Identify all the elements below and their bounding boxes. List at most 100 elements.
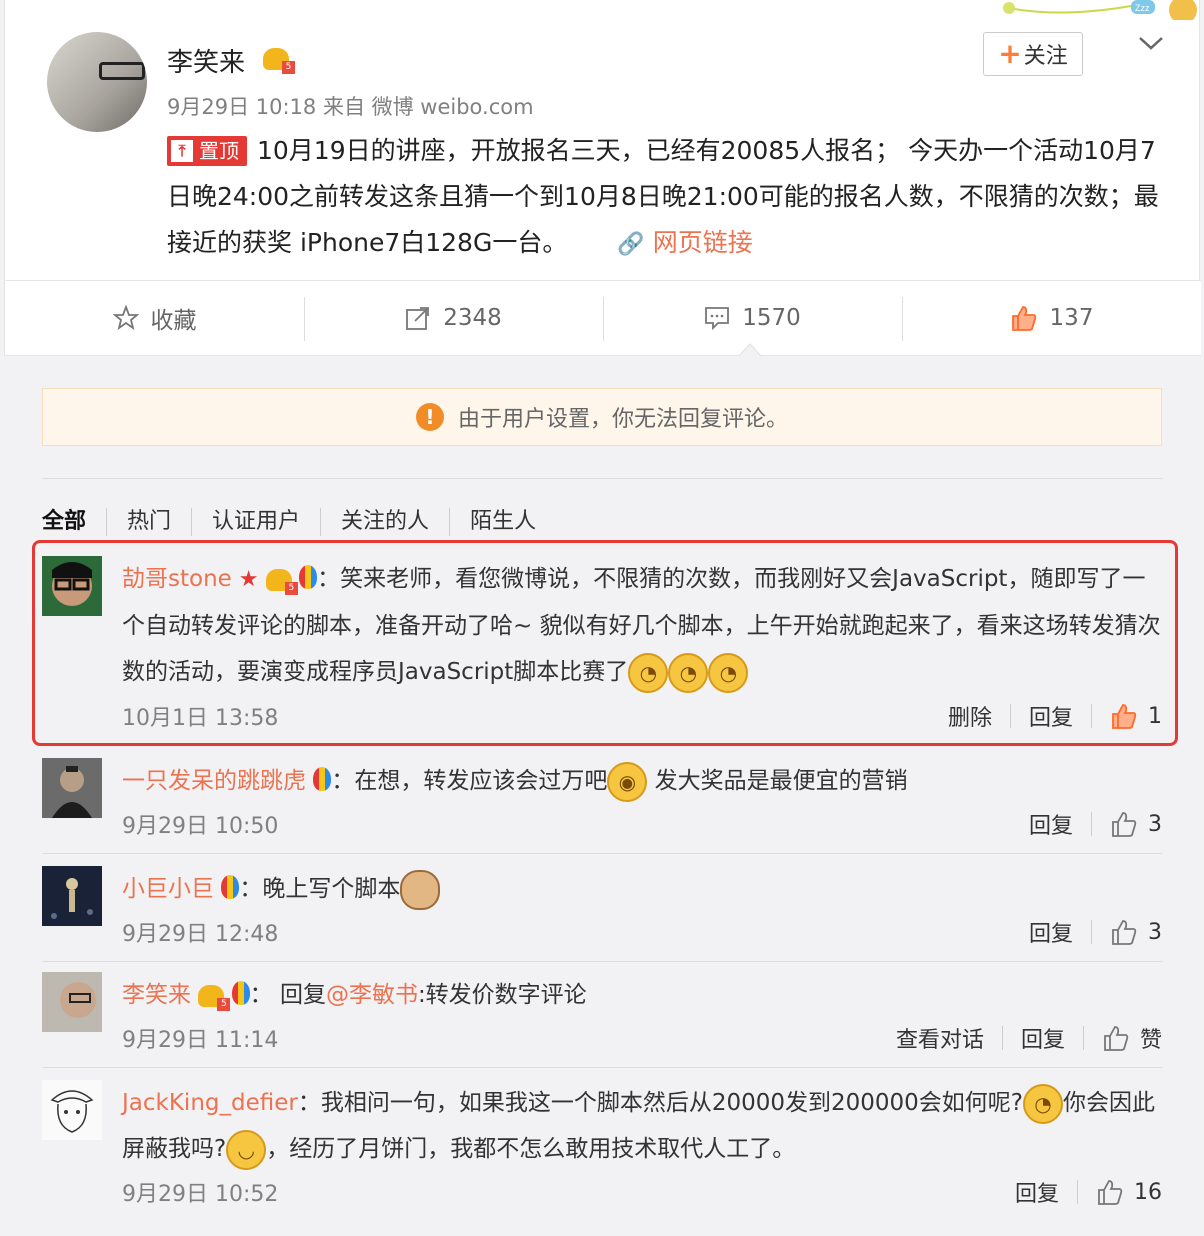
comment-like-count: 16 [1134,1179,1162,1205]
separator [1009,704,1011,728]
warning-icon: ! [415,403,444,431]
comment-time: 9月29日 10:50 [122,814,279,839]
tab-strangers[interactable]: 陌生人 [449,508,556,536]
separator [1091,920,1092,944]
follow-label: 关注 [1023,44,1068,69]
follow-button[interactable]: + 关注 [983,32,1083,76]
like-count: 137 [1049,305,1094,331]
commenter-name[interactable]: 小巨小巨 [122,876,214,902]
comment-filter-tabs: 全部 热门 认证用户 关注的人 陌生人 [42,508,556,536]
comment-item: 一只发呆的跳跳虎 ：在想，转发应该会过万吧 ◉ 发大奖品是最便宜的营销 9月29日… [42,758,1162,848]
comment-body: 劼哥stone ★ 5 ：笑来老师，看您微博说，不限猜的次数，而我刚好又会Jav… [122,556,1162,695]
shocked-emoji-icon: ◉ [607,761,648,802]
comment-count: 1570 [742,305,801,331]
vip-crown-icon: 5 [198,984,231,1011]
post-meta: 9月29日 10:18 来自 微博 weibo.com [167,95,534,119]
comment-text-continued: 发大奖品是最便宜的营销 [654,768,908,794]
yawn-emoji-icon: ◔ [668,652,709,693]
comment-like-count: 1 [1148,703,1162,729]
comment-text: 晚上写个脚本 [262,876,401,902]
delete-button[interactable]: 删除 [948,700,992,732]
doge-emoji-icon [400,869,441,910]
sleep-decoration-icon: Zzz [1003,0,1197,20]
thumbs-up-outline-icon [1098,1180,1123,1205]
comment-like-button[interactable]: 赞 [1102,1022,1162,1054]
comment-like-count: 3 [1148,919,1162,945]
comment-body: JackKing_defier：我相问一句，如果我这一个脚本然后从20000发到… [122,1080,1162,1172]
reply-button[interactable]: 回复 [1029,808,1073,840]
balloon-badge-icon [221,875,240,899]
reply-button[interactable]: 回复 [1015,1176,1059,1208]
laugh-cry-emoji-icon: ◡ [226,1129,267,1170]
vip-crown-icon: 5 [263,48,295,74]
commenter-name[interactable]: 劼哥stone [122,566,232,592]
link-icon: 🔗 [617,232,645,257]
plus-icon: + [998,37,1022,70]
yawn-emoji-icon: ◔ [708,652,749,693]
commenter-avatar[interactable] [42,758,102,818]
comment-time: 9月29日 12:48 [122,922,279,947]
yawn-emoji-icon: ◔ [628,652,669,693]
comment-item: 小巨小巨 ：晚上写个脚本 9月29日 12:48 回复 3 [42,866,1162,956]
balloon-badge-icon [231,981,250,1005]
comment-actions: 回复 3 [1029,808,1162,840]
favorite-button[interactable]: 收藏 [5,281,304,355]
thumbs-up-icon [1112,704,1137,729]
comment-text: 我相问一句，如果我这一个脚本然后从20000发到200000会如何呢? [320,1090,1024,1116]
thumbs-up-icon [1011,306,1036,331]
author-avatar[interactable] [47,32,147,132]
pin-top-icon: ⤒ [171,140,193,162]
chevron-down-icon[interactable] [1137,32,1165,54]
post-body: ⤒ 置顶 10月19日的讲座，开放报名三天，已经有20085人报名； 今天办一个活动… [167,128,1167,268]
star-badge-icon: ★ [231,567,259,592]
comment-like-button[interactable]: 3 [1110,918,1162,946]
commenter-name[interactable]: 李笑来 [122,982,191,1008]
reply-button[interactable]: 回复 [1029,700,1073,732]
commenter-avatar[interactable] [42,1080,102,1140]
comment-like-button[interactable]: 1 [1110,702,1162,730]
comment-like-count: 3 [1148,811,1162,837]
balloon-badge-icon [313,767,332,791]
comment-item: 劼哥stone ★ 5 ：笑来老师，看您微博说，不限猜的次数，而我刚好又会Jav… [42,556,1162,736]
tab-all[interactable]: 全部 [42,508,106,536]
like-label: 赞 [1139,1028,1162,1053]
reply-button[interactable]: 回复 [1029,916,1073,948]
view-conversation-button[interactable]: 查看对话 [896,1022,984,1054]
web-link-label: 网页链接 [652,228,753,257]
repost-button[interactable]: 2348 [304,281,603,355]
author-name[interactable]: 李笑来 [167,42,245,79]
balloon-badge-icon [299,565,318,589]
pinned-label: 置顶 [199,139,239,163]
comment-like-button[interactable]: 16 [1096,1178,1162,1206]
comment-actions: 回复 3 [1029,916,1162,948]
svg-text:Zzz: Zzz [1135,3,1150,13]
pinned-badge: ⤒ 置顶 [167,136,247,166]
post-action-bar: 收藏 2348 1570 137 [5,280,1201,356]
tab-verified[interactable]: 认证用户 [191,508,320,536]
comment-divider [42,1067,1162,1068]
active-tab-caret-icon [738,343,762,357]
comment-like-button[interactable]: 3 [1110,810,1162,838]
reply-disabled-notice: ! 由于用户设置，你无法回复评论。 [42,388,1162,446]
repost-count: 2348 [443,305,502,331]
tabs-divider [42,478,1162,479]
thumbs-up-outline-icon [1112,920,1137,945]
like-button[interactable]: 137 [902,281,1201,355]
mention-link[interactable]: @李敏书 [326,982,418,1008]
tab-following[interactable]: 关注的人 [320,508,449,536]
commenter-avatar[interactable] [42,866,102,926]
web-link[interactable]: 🔗 网页链接 [617,228,752,257]
comment-body: 李笑来 5 ： 回复@李敏书:转发价数字评论 [122,981,587,1011]
commenter-name[interactable]: 一只发呆的跳跳虎 [122,768,306,794]
separator [1091,812,1092,836]
thumbs-up-outline-icon [1112,812,1137,837]
commenter-avatar[interactable] [42,972,102,1032]
commenter-name[interactable]: JackKing_defier [122,1090,298,1116]
commenter-avatar[interactable] [42,556,102,616]
repost-icon [406,307,430,330]
comment-text: :转发价数字评论 [417,982,587,1008]
tab-hot[interactable]: 热门 [106,508,191,536]
reply-prefix: 回复 [279,982,326,1008]
star-outline-icon [112,305,139,331]
reply-button[interactable]: 回复 [1021,1022,1065,1054]
